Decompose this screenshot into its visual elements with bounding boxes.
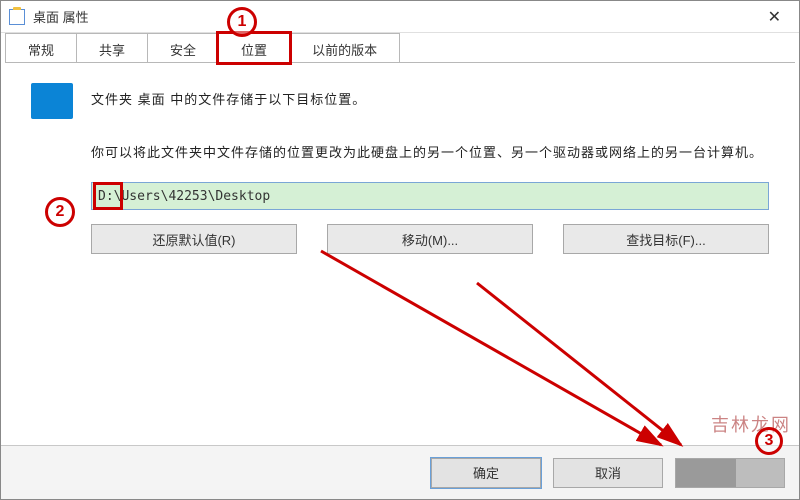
dialog-footer: 确定 取消 (1, 445, 799, 499)
location-buttons: 还原默认值(R) 移动(M)... 查找目标(F)... (91, 224, 769, 254)
close-icon[interactable]: ✕ (758, 7, 791, 27)
desktop-folder-icon (31, 83, 73, 119)
apply-censor-mask (676, 459, 736, 487)
tab-general[interactable]: 常规 (5, 33, 77, 62)
apply-button[interactable] (675, 458, 785, 488)
description-line1: 文件夹 桌面 中的文件存储于以下目标位置。 (91, 83, 366, 108)
titlebar: 桌面 属性 ✕ (1, 1, 799, 33)
cancel-button[interactable]: 取消 (553, 458, 663, 488)
tab-location[interactable]: 位置 (218, 33, 290, 63)
tab-security[interactable]: 安全 (147, 33, 219, 62)
watermark: 吉林龙网 (711, 411, 791, 437)
ok-button[interactable]: 确定 (431, 458, 541, 488)
description-line2: 你可以将此文件夹中文件存储的位置更改为此硬盘上的另一个位置、另一个驱动器或网络上… (91, 141, 769, 164)
tab-strip: 常规 共享 安全 位置 以前的版本 (5, 33, 795, 63)
window-title: 桌面 属性 (33, 7, 89, 26)
tab-previous-versions[interactable]: 以前的版本 (289, 33, 400, 62)
tab-panel-location: 文件夹 桌面 中的文件存储于以下目标位置。 你可以将此文件夹中文件存储的位置更改… (1, 63, 799, 264)
tab-sharing[interactable]: 共享 (76, 33, 148, 62)
location-path-input[interactable] (91, 182, 769, 210)
restore-defaults-button[interactable]: 还原默认值(R) (91, 224, 297, 254)
move-button[interactable]: 移动(M)... (327, 224, 533, 254)
annotation-arrow-1 (311, 245, 691, 475)
path-row (91, 182, 769, 210)
folder-icon (9, 9, 25, 25)
find-target-button[interactable]: 查找目标(F)... (563, 224, 769, 254)
